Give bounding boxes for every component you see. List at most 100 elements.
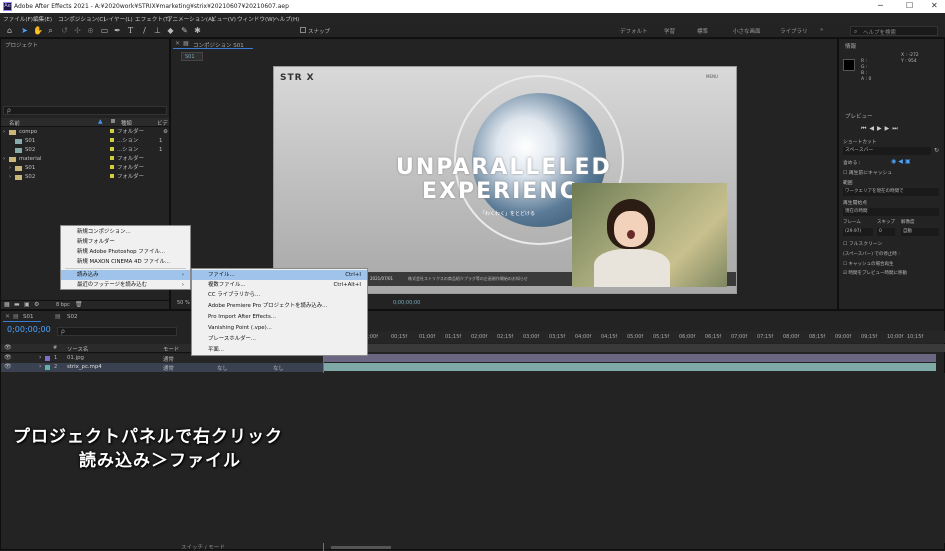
skip-select[interactable]: 0	[877, 228, 895, 236]
bit-depth-label[interactable]: 8 bpc	[56, 302, 70, 308]
info-tab[interactable]: 情報	[845, 42, 856, 50]
clone-stamp-tool-icon[interactable]: ⊥	[153, 26, 162, 35]
pan-behind-tool-icon[interactable]: ⊕	[86, 26, 95, 35]
submenu-item-solid[interactable]: 平面...	[192, 345, 367, 355]
eraser-tool-icon[interactable]: ◆	[166, 26, 175, 35]
selection-tool-icon[interactable]: ➤	[20, 26, 29, 35]
workspace-small-screen[interactable]: 小さな画面	[733, 27, 761, 35]
menu-file[interactable]: ファイル(F)	[3, 15, 33, 23]
preview-tab[interactable]: プレビュー	[845, 112, 873, 120]
timeline-search-input[interactable]: ρ	[57, 327, 177, 336]
comp-panel-icon: ▦	[183, 40, 189, 47]
type-tool-icon[interactable]: T	[126, 26, 135, 35]
submenu-item-premiere-project[interactable]: Adobe Premiere Pro プロジェクトを読み込み...	[192, 301, 367, 311]
roto-brush-tool-icon[interactable]: ✎	[180, 26, 189, 35]
menu-item-new-photoshop-file[interactable]: 新規 Adobe Photoshop ファイル...	[61, 247, 190, 257]
menu-view[interactable]: ビュー(V)	[211, 15, 236, 23]
menu-item-new-folder[interactable]: 新規フォルダー	[61, 237, 190, 247]
include-toggle-icons[interactable]: ◉◀▣	[891, 158, 913, 165]
pen-tool-icon[interactable]: ✒	[113, 26, 122, 35]
menu-help[interactable]: ヘルプ(H)	[274, 15, 299, 23]
brush-tool-icon[interactable]: /	[140, 26, 149, 35]
settings-icon[interactable]: ⚙	[34, 301, 39, 308]
resolution-select[interactable]: 自動	[901, 228, 939, 236]
project-row[interactable]: › compo フォルダー ⚙	[3, 128, 169, 136]
reset-icon[interactable]: ↻	[934, 147, 939, 154]
mask-tool-icon[interactable]: ▭	[100, 26, 109, 35]
zoom-select[interactable]: 50 %	[177, 300, 190, 306]
workspace-more[interactable]: »	[820, 27, 823, 33]
help-search-input[interactable]: ⌕ ヘルプを検索	[850, 26, 938, 36]
fullscreen-checkbox[interactable]: ☐ フルスクリーン	[843, 240, 882, 247]
range-select[interactable]: ワークエリアを現在の時間で	[843, 188, 939, 196]
submenu-item-multiple-files[interactable]: 複数ファイル... Ctrl+Alt+I	[192, 280, 367, 290]
close-button[interactable]: ✕	[931, 1, 938, 10]
menu-layer[interactable]: レイヤー(L)	[103, 15, 133, 23]
submenu-item-pro-import[interactable]: Pro Import After Effects...	[192, 312, 367, 322]
submenu-item-file[interactable]: ファイル... Ctrl+I	[192, 270, 367, 280]
cache-checkbox[interactable]: ☐ 再生前にキャッシュ	[843, 169, 892, 176]
layer-row[interactable]: 👁 › 2 strix_pc.mp4 通常 なし なし	[1, 363, 323, 372]
menu-composition[interactable]: コンポジション(C)	[58, 15, 105, 23]
submenu-item-placeholder[interactable]: プレースホルダー...	[192, 334, 367, 344]
workspace-learn[interactable]: 学習	[664, 27, 675, 35]
project-row[interactable]: S01 ...ション 1	[3, 137, 169, 145]
workspace-standard[interactable]: 標準	[697, 27, 708, 35]
menu-item-recent-footage[interactable]: 最近のフッテージを読み込む ›	[61, 280, 190, 290]
timeline-tab-s01[interactable]: ✕ ▤ S01	[3, 313, 41, 322]
fps-select[interactable]: (29.97)	[843, 228, 873, 236]
video-frame[interactable]: STR X MENU UNPARALLELED EXPERIENC 「わくわく」…	[273, 66, 737, 294]
stop-option2-checkbox[interactable]: ☑ 時間をプレビュー時間に移動	[843, 270, 907, 276]
workspace-default[interactable]: デフォルト	[620, 27, 648, 35]
new-folder-icon[interactable]: ▬	[14, 301, 20, 308]
maximize-button[interactable]: ☐	[906, 1, 913, 10]
site-logo: STR X	[280, 73, 315, 83]
project-search-input[interactable]: ρ	[3, 106, 167, 115]
stop-option1-checkbox[interactable]: ☐ キャッシュの場合再生	[843, 261, 893, 267]
start-label: 再生開始点	[843, 201, 867, 206]
zoom-slider[interactable]	[331, 546, 391, 549]
project-row[interactable]: › material フォルダー	[3, 155, 169, 163]
composition-icon	[15, 139, 22, 144]
layer-bar-2[interactable]	[324, 363, 936, 371]
trash-icon[interactable]: 🗑	[75, 301, 83, 308]
project-row[interactable]: › S01 フォルダー	[3, 164, 169, 172]
comp-subtab[interactable]: S01	[181, 52, 203, 61]
comp-tab[interactable]: ✕ ▦ コンポジション S01	[173, 40, 253, 49]
info-xy: X : -272 Y : 954	[901, 53, 919, 64]
minimize-button[interactable]: ─	[878, 1, 883, 10]
home-icon[interactable]: ⌂	[5, 26, 14, 35]
menu-item-import[interactable]: 読み込み ›	[61, 270, 190, 280]
menu-animation[interactable]: アニメーション(A)	[167, 15, 214, 23]
workspace-libraries[interactable]: ライブラリ	[780, 27, 808, 35]
menu-item-new-cinema4d-file[interactable]: 新規 MAXON CINEMA 4D ファイル...	[61, 257, 190, 267]
menu-window[interactable]: ウィンドウ(W)	[237, 15, 275, 23]
project-tab[interactable]: プロジェクト	[5, 41, 38, 49]
start-select[interactable]: 現在の時間	[843, 208, 939, 216]
submenu-item-cc-libraries[interactable]: CC ライブラリから...	[192, 290, 367, 300]
sort-icon[interactable]: ▲	[98, 118, 103, 125]
submenu-item-vanishing-point[interactable]: Vanishing Point (.vpe)...	[192, 323, 367, 333]
timeline-timecode[interactable]: 0;00;00;00	[7, 325, 51, 334]
camera-tool-icon[interactable]: ✢	[73, 26, 82, 35]
right-panel: 情報 R :G :B :A : 0 X : -272 Y : 954 プレビュー …	[838, 38, 945, 310]
playback-controls[interactable]: ⏮◀▶▶⏭	[861, 125, 901, 133]
project-row[interactable]: › S02 フォルダー	[3, 173, 169, 181]
project-row[interactable]: S02 ...ション 1	[3, 146, 169, 154]
menu-effect[interactable]: エフェクト(T)	[135, 15, 171, 23]
shortcut-select[interactable]: スペースバー	[843, 147, 931, 155]
new-composition-icon[interactable]: ▣	[24, 301, 30, 308]
hand-tool-icon[interactable]: ✋	[33, 26, 43, 35]
puppet-tool-icon[interactable]: ✱	[193, 26, 202, 35]
layer-bar-1[interactable]	[324, 354, 936, 362]
comp-timecode[interactable]: 0;00;00;00	[393, 300, 420, 306]
menu-item-new-composition[interactable]: 新規コンポジション...	[61, 227, 190, 237]
timeline-tab-s02[interactable]: ▤ S02	[47, 313, 87, 322]
rotate-tool-icon[interactable]: ↺	[60, 26, 69, 35]
zoom-tool-icon[interactable]: ⌕	[46, 26, 55, 35]
interpret-footage-icon[interactable]: ▦	[4, 301, 10, 308]
menu-edit[interactable]: 編集(E)	[33, 15, 52, 23]
work-area-bar[interactable]	[323, 344, 945, 352]
snap-checkbox[interactable]	[300, 27, 306, 33]
time-ruler[interactable]: 0;00f 00;15f 01;00f 01;15f 02;00f 02;15f 03;00…	[323, 331, 945, 343]
